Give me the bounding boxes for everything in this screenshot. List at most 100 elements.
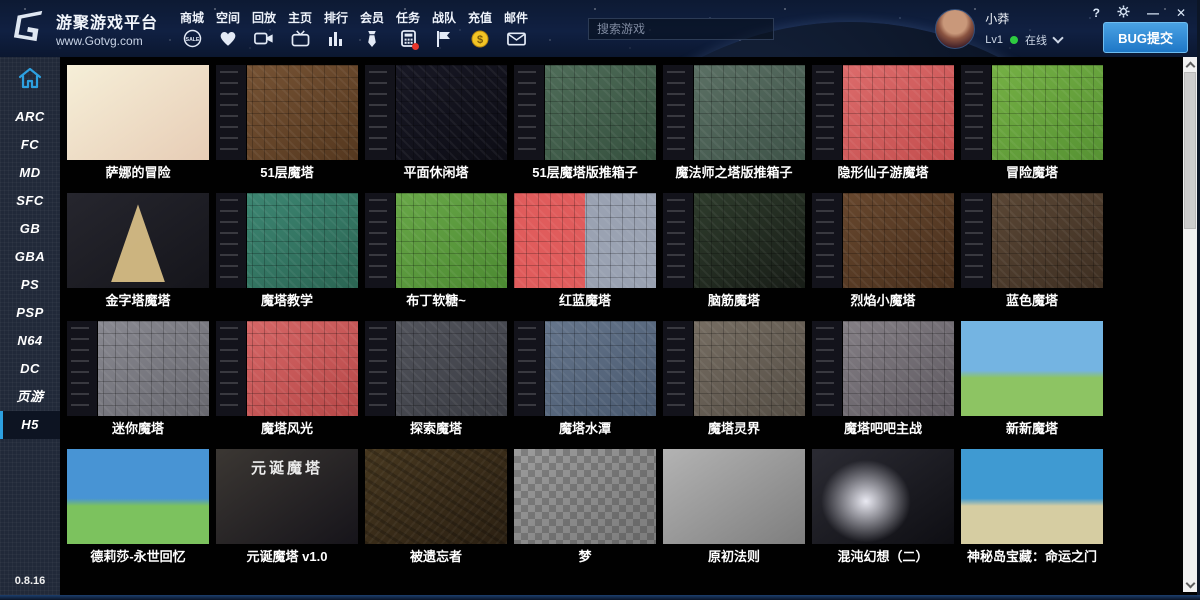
game-card[interactable]: 魔塔灵界 [663, 321, 805, 442]
minimize-button[interactable]: — [1147, 6, 1159, 20]
game-title: 魔塔灵界 [663, 416, 805, 442]
game-card[interactable]: 元诞魔塔元诞魔塔 v1.0 [216, 449, 358, 570]
envelope-icon [507, 29, 526, 49]
game-thumbnail [67, 449, 209, 544]
sidebar-item-arc[interactable]: ARC [0, 103, 60, 131]
game-card[interactable]: 金字塔魔塔 [67, 193, 209, 314]
game-thumbnail [67, 321, 209, 416]
bar-chart-icon [328, 29, 344, 49]
game-thumbnail [663, 193, 805, 288]
sidebar-item-页游[interactable]: 页游 [0, 383, 60, 411]
nav-item-recharge[interactable]: 充值$ [462, 9, 498, 49]
game-card[interactable]: 平面休闲塔 [365, 65, 507, 186]
game-title: 冒险魔塔 [961, 160, 1103, 186]
sidebar-item-sfc[interactable]: SFC [0, 187, 60, 215]
game-card[interactable]: 原初法则 [663, 449, 805, 570]
game-title: 神秘岛宝藏：命运之门 [961, 544, 1103, 570]
scrollbar[interactable] [1183, 57, 1197, 592]
nav-label: 邮件 [504, 9, 528, 26]
sale-badge-icon: SALE [183, 29, 202, 49]
game-card[interactable]: 萨娜的冒险 [67, 65, 209, 186]
search-input[interactable] [588, 18, 774, 40]
game-card[interactable]: 魔法师之塔版推箱子 [663, 65, 805, 186]
sidebar-item-gba[interactable]: GBA [0, 243, 60, 271]
game-card[interactable]: 51层魔塔版推箱子 [514, 65, 656, 186]
game-thumbnail [514, 449, 656, 544]
game-card[interactable]: 神秘岛宝藏：命运之门 [961, 449, 1103, 570]
sidebar-item-fc[interactable]: FC [0, 131, 60, 159]
game-title: 布丁软糖~ [365, 288, 507, 314]
svg-text:SALE: SALE [185, 37, 199, 43]
game-card[interactable]: 魔塔风光 [216, 321, 358, 442]
game-title: 平面休闲塔 [365, 160, 507, 186]
scroll-up-button[interactable] [1183, 57, 1197, 72]
settings-gear-icon[interactable] [1117, 5, 1130, 21]
game-card[interactable]: 新新魔塔 [961, 321, 1103, 442]
scrollbar-thumb[interactable] [1184, 72, 1196, 229]
sidebar-item-md[interactable]: MD [0, 159, 60, 187]
game-card[interactable]: 魔塔教学 [216, 193, 358, 314]
nav-item-team[interactable]: 战队 [426, 9, 462, 49]
scroll-down-button[interactable] [1183, 577, 1197, 592]
game-card[interactable]: 冒险魔塔 [961, 65, 1103, 186]
game-card[interactable]: 红蓝魔塔 [514, 193, 656, 314]
sidebar-item-h5[interactable]: H5 [0, 411, 60, 439]
game-thumbnail [961, 449, 1103, 544]
sidebar-item-gb[interactable]: GB [0, 215, 60, 243]
game-title: 脑筋魔塔 [663, 288, 805, 314]
game-thumbnail [514, 193, 656, 288]
user-level: Lv1 [985, 34, 1003, 46]
avatar[interactable] [935, 9, 975, 49]
game-card[interactable]: 51层魔塔 [216, 65, 358, 186]
nav-item-tasks[interactable]: 任务 [390, 9, 426, 49]
nav-item-homepage[interactable]: 主页 [282, 9, 318, 49]
sidebar-item-ps[interactable]: PS [0, 271, 60, 299]
nav-label: 主页 [288, 9, 312, 26]
nav-item-replay[interactable]: 回放 [246, 9, 282, 49]
game-card[interactable]: 探索魔塔 [365, 321, 507, 442]
close-button[interactable]: ✕ [1176, 6, 1186, 20]
game-thumbnail [365, 65, 507, 160]
user-status: 在线 [1025, 32, 1047, 48]
nav-item-shop[interactable]: 商城SALE [174, 9, 210, 49]
game-thumbnail [365, 321, 507, 416]
user-name: 小莽 [985, 10, 1062, 27]
notification-dot [412, 43, 419, 50]
game-card[interactable]: 布丁软糖~ [365, 193, 507, 314]
game-card[interactable]: 被遗忘者 [365, 449, 507, 570]
heart-icon [219, 29, 237, 49]
bug-submit-button[interactable]: BUG提交 [1103, 22, 1188, 53]
nav-item-member[interactable]: 会员 [354, 9, 390, 49]
sidebar-home-button[interactable] [0, 57, 60, 103]
nav-item-ranking[interactable]: 排行 [318, 9, 354, 49]
chevron-up-icon [1185, 61, 1195, 71]
game-card[interactable]: 德莉莎-永世回忆 [67, 449, 209, 570]
game-thumbnail [663, 449, 805, 544]
game-card[interactable]: 魔塔吧吧主战 [812, 321, 954, 442]
chevron-down-icon[interactable] [1052, 32, 1063, 43]
app-url: www.Gotvg.com [56, 34, 158, 48]
game-card[interactable]: 隐形仙子游魔塔 [812, 65, 954, 186]
sidebar-item-psp[interactable]: PSP [0, 299, 60, 327]
game-title: 魔塔吧吧主战 [812, 416, 954, 442]
game-thumbnail [67, 65, 209, 160]
game-thumbnail [961, 193, 1103, 288]
game-card[interactable]: 脑筋魔塔 [663, 193, 805, 314]
game-title: 隐形仙子游魔塔 [812, 160, 954, 186]
nav-item-mail[interactable]: 邮件 [498, 9, 534, 49]
sidebar-item-dc[interactable]: DC [0, 355, 60, 383]
game-card[interactable]: 魔塔水潭 [514, 321, 656, 442]
flag-icon [436, 29, 452, 49]
game-card[interactable]: 梦 [514, 449, 656, 570]
nav-item-space[interactable]: 空间 [210, 9, 246, 49]
help-button[interactable]: ? [1093, 6, 1100, 20]
game-title: 魔塔风光 [216, 416, 358, 442]
game-list-panel: 萨娜的冒险51层魔塔平面休闲塔 51层魔塔版推箱子魔法师之塔版推箱子隐形仙子游魔塔… [60, 57, 1200, 595]
game-card[interactable]: 迷你魔塔 [67, 321, 209, 442]
sidebar-item-n64[interactable]: N64 [0, 327, 60, 355]
tie-icon [366, 29, 378, 49]
game-thumbnail [365, 449, 507, 544]
game-card[interactable]: 混沌幻想（二） [812, 449, 954, 570]
game-card[interactable]: 烈焰小魔塔 [812, 193, 954, 314]
game-card[interactable]: 蓝色魔塔 [961, 193, 1103, 314]
